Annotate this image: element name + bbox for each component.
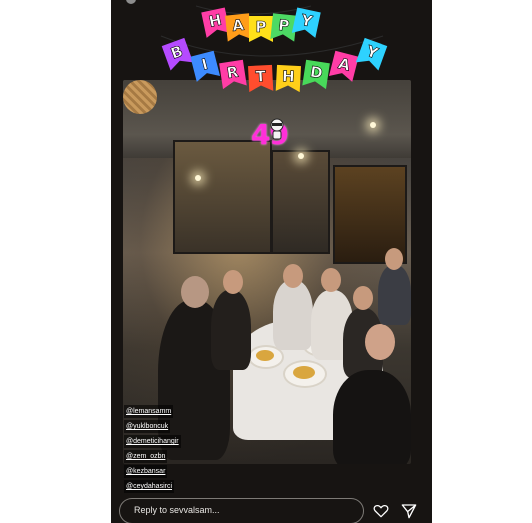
banner-flag: H — [275, 64, 301, 93]
banner-flag: T — [248, 64, 274, 93]
banner-flag: D — [302, 59, 330, 90]
mention-tag[interactable]: @yuklboncuk — [124, 420, 171, 433]
mention-tag[interactable]: @zem_ozbn — [124, 450, 168, 463]
profile-avatar[interactable] — [126, 0, 136, 4]
mention-tags: @lemansamm @yuklboncuk @demeticihangir @… — [124, 405, 181, 495]
banner-letter: T — [255, 67, 267, 86]
banner-letter: P — [277, 16, 290, 35]
banner-flag: A — [328, 50, 359, 82]
banner-letter: D — [309, 63, 324, 83]
mention-tag[interactable]: @demeticihangir — [124, 435, 181, 448]
banner-flag: A — [225, 13, 252, 42]
reply-input[interactable]: Reply to sevvalsam... — [119, 498, 364, 523]
story-viewer: HAPPY BIRTHDAY 49 @lemansamm @yuklboncuk… — [111, 0, 432, 523]
banner-flag: P — [270, 13, 297, 42]
banner-flag: B — [161, 37, 194, 71]
mention-tag[interactable]: @kezbansar — [124, 465, 168, 478]
heart-icon[interactable] — [373, 504, 389, 518]
banner-letter: H — [282, 67, 295, 86]
banner-letter: A — [231, 16, 245, 35]
banner-letter: P — [256, 18, 267, 36]
banner-flag: P — [249, 16, 273, 42]
mention-tag[interactable]: @ceydahasirci — [124, 480, 175, 493]
banner-flag: R — [219, 59, 247, 90]
send-icon[interactable] — [401, 503, 417, 519]
reply-placeholder: Reply to sevvalsam... — [134, 505, 220, 515]
happy-birthday-banner: HAPPY BI R T H D AY — [160, 5, 388, 93]
animal-sticker-icon — [270, 118, 284, 140]
banner-flag: Y — [291, 7, 321, 38]
banner-flag: I — [190, 50, 221, 82]
mention-tag[interactable]: @lemansamm — [124, 405, 174, 418]
